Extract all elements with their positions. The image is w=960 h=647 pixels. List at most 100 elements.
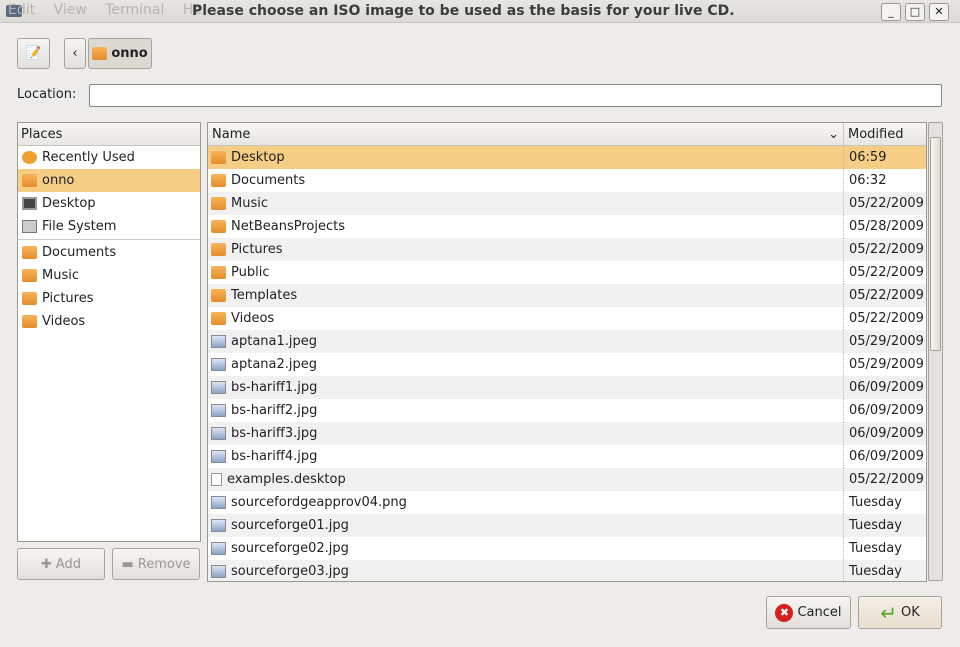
file-list: Name ⌄ Modified Desktop 06:59 Documents 06:3… [207, 122, 927, 582]
image-icon [211, 450, 226, 463]
file-row[interactable]: sourceforge03.jpg Tuesday [208, 560, 926, 581]
close-button[interactable]: ✕ [929, 3, 949, 21]
remove-button[interactable]: ▬ Remove [112, 548, 200, 580]
file-modified: Tuesday [843, 560, 926, 581]
file-name: sourceforge03.jpg [231, 564, 349, 579]
ok-button[interactable]: ↵ OK [858, 596, 942, 629]
folder-icon [211, 289, 226, 302]
places-item-label: Desktop [42, 196, 96, 211]
file-row[interactable]: Templates 05/22/2009 [208, 284, 926, 307]
places-item[interactable]: onno [18, 169, 200, 192]
location-label: Location: [17, 87, 77, 102]
file-name: bs-hariff3.jpg [231, 426, 318, 441]
image-icon [211, 427, 226, 440]
add-label: Add [55, 556, 82, 572]
path-button-onno[interactable]: onno [88, 38, 152, 69]
file-name: sourceforge01.jpg [231, 518, 349, 533]
image-icon [211, 519, 226, 532]
file-row[interactable]: Music 05/22/2009 [208, 192, 926, 215]
text-file-icon [211, 473, 222, 486]
folder-icon [211, 266, 226, 279]
file-row[interactable]: Public 05/22/2009 [208, 261, 926, 284]
file-name: bs-hariff1.jpg [231, 380, 318, 395]
places-item[interactable]: File System [18, 215, 200, 238]
folder-icon [211, 220, 226, 233]
bookmark-label: Music [42, 268, 79, 283]
minimize-button[interactable]: _ [881, 3, 901, 21]
minus-icon: ▬ [121, 556, 134, 572]
background-menu: Edit View Terminal He [8, 2, 202, 18]
places-item-label: File System [42, 219, 117, 234]
file-modified: 06/09/2009 [843, 422, 926, 445]
window-title: Please choose an ISO image to be used as… [192, 3, 735, 19]
add-button[interactable]: ✚ Add [17, 548, 105, 580]
places-item-label: Recently Used [42, 150, 135, 165]
file-name: bs-hariff4.jpg [231, 449, 318, 464]
file-name: sourceforge02.jpg [231, 541, 349, 556]
file-name: aptana2.jpeg [231, 357, 318, 372]
type-filename-button[interactable]: 📝 [17, 38, 50, 69]
bookmark-item[interactable]: Documents [18, 241, 200, 264]
file-modified: 05/28/2009 [843, 215, 926, 238]
cancel-label: Cancel [797, 605, 842, 620]
bookmark-item[interactable]: Music [18, 264, 200, 287]
file-modified: 05/22/2009 [843, 468, 926, 491]
image-icon [211, 381, 226, 394]
location-input[interactable] [89, 84, 942, 107]
modified-column-header[interactable]: Modified [843, 123, 907, 145]
folder-icon [211, 312, 226, 325]
file-name: Desktop [231, 150, 285, 165]
clock-icon [22, 151, 37, 164]
image-icon [211, 404, 226, 417]
scrollbar[interactable] [928, 122, 943, 581]
file-row[interactable]: aptana1.jpeg 05/29/2009 [208, 330, 926, 353]
file-row[interactable]: bs-hariff4.jpg 06/09/2009 [208, 445, 926, 468]
folder-icon [211, 243, 226, 256]
file-modified: 05/29/2009 [843, 330, 926, 353]
maximize-button[interactable]: □ [905, 3, 925, 21]
file-row[interactable]: bs-hariff2.jpg 06/09/2009 [208, 399, 926, 422]
bookmark-label: Videos [42, 314, 86, 329]
folder-icon [22, 246, 37, 259]
image-icon [211, 335, 226, 348]
desktop-icon [22, 197, 37, 210]
places-item[interactable]: Recently Used [18, 146, 200, 169]
name-column-header[interactable]: Name ⌄ [208, 123, 843, 145]
file-row[interactable]: aptana2.jpeg 05/29/2009 [208, 353, 926, 376]
back-button[interactable]: ‹ [64, 38, 86, 69]
scrollbar-thumb[interactable] [930, 137, 941, 351]
cancel-button[interactable]: ✖ Cancel [766, 596, 851, 629]
bookmark-item[interactable]: Videos [18, 310, 200, 333]
file-row[interactable]: sourcefordgeapprov04.png Tuesday [208, 491, 926, 514]
file-row[interactable]: sourceforge01.jpg Tuesday [208, 514, 926, 537]
file-name: Documents [231, 173, 306, 188]
image-icon [211, 358, 226, 371]
file-name: Pictures [231, 242, 283, 257]
file-row[interactable]: examples.desktop 05/22/2009 [208, 468, 926, 491]
file-row[interactable]: bs-hariff3.jpg 06/09/2009 [208, 422, 926, 445]
file-row[interactable]: Desktop 06:59 [208, 146, 926, 169]
desktop-folder-icon [211, 151, 226, 164]
file-name: Music [231, 196, 268, 211]
file-row[interactable]: sourceforge02.jpg Tuesday [208, 537, 926, 560]
file-row[interactable]: bs-hariff1.jpg 06/09/2009 [208, 376, 926, 399]
path-label: onno [111, 46, 148, 61]
file-modified: 05/22/2009 [843, 307, 926, 330]
places-item[interactable]: Desktop [18, 192, 200, 215]
folder-icon [22, 292, 37, 305]
places-header[interactable]: Places [18, 123, 200, 146]
home-folder-icon [92, 47, 108, 60]
bookmark-label: Pictures [42, 291, 94, 306]
bookmark-item[interactable]: Pictures [18, 287, 200, 310]
file-name: Templates [231, 288, 298, 303]
divider [18, 239, 200, 240]
file-row[interactable]: NetBeansProjects 05/28/2009 [208, 215, 926, 238]
file-name: bs-hariff2.jpg [231, 403, 318, 418]
file-name: NetBeansProjects [231, 219, 345, 234]
chevron-down-icon: ⌄ [828, 127, 839, 142]
file-row[interactable]: Videos 05/22/2009 [208, 307, 926, 330]
file-row[interactable]: Documents 06:32 [208, 169, 926, 192]
file-row[interactable]: Pictures 05/22/2009 [208, 238, 926, 261]
file-name: Videos [231, 311, 275, 326]
drive-icon [22, 220, 37, 233]
